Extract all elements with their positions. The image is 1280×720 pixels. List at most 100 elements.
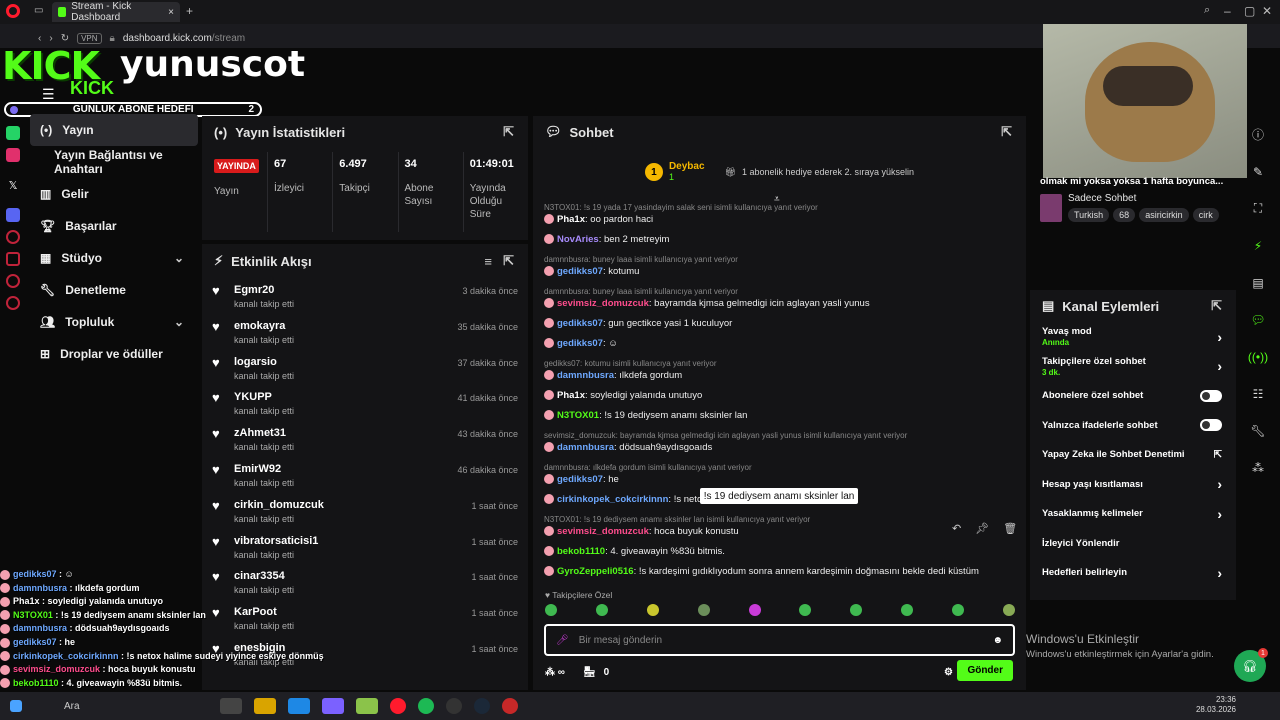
app-icon[interactable] (356, 698, 378, 714)
emote-icon[interactable] (545, 604, 557, 616)
channel-action[interactable]: Abonelere özel sohbet (1030, 381, 1236, 411)
emote-icon[interactable] (748, 604, 761, 616)
spotify-icon[interactable] (418, 698, 434, 714)
stream-tag[interactable]: Turkish (1068, 208, 1110, 222)
reply-context[interactable]: damnnbusra: ılkdefa gordum isimli kullan… (544, 462, 1016, 474)
event-item[interactable]: ♥ vibratorsaticisi1 kanalı takip etti 1 saa… (202, 529, 528, 565)
reply-icon[interactable]: ↶ (952, 522, 961, 538)
chat-username[interactable]: bekob1110 (557, 546, 605, 557)
reply-context[interactable]: damnnbusra: buney laaa isimli kullanıcıy… (544, 286, 1016, 298)
chat-message[interactable]: damnnbusra: buney laaa isimli kullanıcıy… (540, 250, 1020, 282)
emote-icon[interactable] (901, 604, 914, 616)
popout-icon[interactable]: ⇱ (503, 253, 514, 269)
stream-tag[interactable]: cirk (1192, 208, 1219, 222)
popout-icon[interactable]: ⇱ (503, 124, 514, 140)
history-icon[interactable] (6, 230, 20, 244)
chat-message[interactable]: sevimsiz_domuzcuk: bayramda kjmsa gelmed… (540, 426, 1020, 458)
channel-action[interactable]: Yapay Zeka ile Sohbet Denetimi ⇱ (1030, 440, 1236, 470)
chat-icon[interactable]: 💬︎ (1242, 301, 1274, 338)
nav-item-community[interactable]: 👥︎ Topluluk ⌄ (30, 306, 198, 338)
event-item[interactable]: ♥ emokayra kanalı takip etti 35 dakika önce (202, 314, 528, 350)
chat-message[interactable]: GyroZeppeli0516: !s kardeşimi gıdıklıyod… (540, 562, 1020, 582)
chat-username[interactable]: gedikks07 (557, 266, 603, 277)
start-icon[interactable] (10, 700, 22, 712)
opera-icon[interactable] (6, 4, 20, 18)
chat-message[interactable]: N3TOX01: !s 19 yada 17 yasindayim salak … (540, 198, 1020, 230)
chat-input[interactable]: 🎤︎ Bir mesaj gönderin ☻ (544, 624, 1015, 656)
chat-message[interactable]: damnnbusra: ılkdefa gordum isimli kullan… (540, 458, 1020, 490)
points-icon[interactable]: ⁂ ∞ (545, 667, 565, 678)
delete-icon[interactable]: 🗑︎ (1003, 522, 1017, 538)
filter-icon[interactable]: ≡ (484, 254, 492, 269)
task-view-icon[interactable] (220, 698, 242, 714)
wrench-icon[interactable]: 🔧︎ (1242, 412, 1274, 449)
edge-icon[interactable] (288, 698, 310, 714)
store-icon[interactable] (322, 698, 344, 714)
chat-username[interactable]: Pha1x (557, 390, 585, 401)
chat-username[interactable]: gedikks07 (557, 338, 603, 349)
chat-username[interactable]: sevimsiz_domuzcuk (557, 526, 649, 537)
chat-message[interactable]: N3TOX01: !s 19 dediysem anamı sksinler l… (540, 406, 1020, 426)
chat-message[interactable]: gedikks07: gun gectikce yasi 1 kuculuyor (540, 314, 1020, 334)
emote-icon[interactable] (1002, 604, 1015, 616)
browser-tab[interactable]: Stream - Kick Dashboard × (52, 1, 180, 23)
stream-tag[interactable]: 68 (1113, 208, 1136, 222)
chat-message[interactable]: gedikks07: kotumu isimli kullanıcıya yan… (540, 354, 1020, 386)
fullscreen-icon[interactable]: ⛶ (1242, 190, 1274, 227)
maximize-icon[interactable]: ▢ (1244, 4, 1255, 18)
emote-icon[interactable] (646, 604, 659, 616)
channel-action[interactable]: Hesap yaşı kısıtlaması › (1030, 470, 1236, 500)
popout-icon[interactable]: ⇱ (1001, 124, 1012, 140)
opera-icon[interactable] (390, 698, 406, 714)
toggle-switch[interactable] (1200, 389, 1222, 402)
emote-icon[interactable] (850, 604, 863, 616)
obs-icon[interactable] (446, 698, 462, 714)
event-username[interactable]: logarsio (234, 356, 294, 368)
chat-username[interactable]: Pha1x (557, 214, 585, 225)
reply-context[interactable]: gedikks07: kotumu isimli kullanıcıya yan… (544, 358, 1016, 370)
notes-icon[interactable]: ▤ (1242, 264, 1274, 301)
event-item[interactable]: ♥ YKUPP kanalı takip etti 41 dakika önce (202, 385, 528, 421)
chat-username[interactable]: N3TOX01 (557, 410, 599, 421)
info-icon[interactable]: ⓘ (1242, 116, 1274, 153)
event-username[interactable]: cirkin_domuzcuk (234, 499, 324, 511)
reply-context[interactable]: N3TOX01: !s 19 yada 17 yasindayim salak … (544, 202, 1016, 214)
emote-icon[interactable] (952, 604, 964, 616)
channel-action[interactable]: Takipçilere özel sohbet 3 dk. › (1030, 352, 1236, 382)
menu-icon[interactable]: ☰ (42, 86, 55, 103)
vpn-badge[interactable]: VPN (77, 32, 102, 44)
chat-username[interactable]: cirkinkopek_cokcirkinnn (557, 494, 668, 505)
send-button[interactable]: Gönder (957, 660, 1013, 681)
reply-context[interactable]: damnnbusra: buney laaa isimli kullanıcıy… (544, 254, 1016, 266)
chat-message[interactable]: damnnbusra: buney laaa isimli kullanıcıy… (540, 282, 1020, 314)
reply-context[interactable]: sevimsiz_domuzcuk: bayramda kjmsa gelmed… (544, 430, 1016, 442)
pin-icon[interactable]: 📌︎ (975, 522, 989, 538)
settings-icon[interactable] (6, 296, 20, 310)
list-icon[interactable]: ☷ (1242, 375, 1274, 412)
chat-username[interactable]: sevimsiz_domuzcuk (557, 298, 649, 309)
minimize-icon[interactable]: – (1224, 4, 1231, 18)
event-username[interactable]: zAhmet31 (234, 427, 294, 439)
chat-username[interactable]: damnnbusra (557, 370, 614, 381)
chat-username[interactable]: GyroZeppeli0516 (557, 566, 634, 577)
channel-action[interactable]: İzleyici Yönlendir (1030, 529, 1236, 559)
emote-icon[interactable] (799, 604, 812, 616)
app-icon[interactable] (502, 698, 518, 714)
event-item[interactable]: ♥ EmirW92 kanalı takip etti 46 dakika önce (202, 457, 528, 493)
lightning-icon[interactable]: ⚡︎ (1242, 227, 1274, 264)
nav-item-moderation[interactable]: 🔧︎ Denetleme (30, 274, 198, 306)
store-icon[interactable]: 🏪︎ (583, 667, 596, 678)
nav-item-achievements[interactable]: 🏆︎ Başarılar (30, 210, 198, 242)
nav-item-drops[interactable]: ⊞ Droplar ve ödüller (30, 338, 198, 370)
channel-action[interactable]: Yasaklanmış kelimeler › (1030, 499, 1236, 529)
new-tab-icon[interactable]: + (186, 4, 193, 18)
share-icon[interactable]: ⁂ (1242, 449, 1274, 486)
edit-icon[interactable]: ✎ (1242, 153, 1274, 190)
nav-item-stream[interactable]: (•) Yayın (30, 114, 198, 146)
channel-action[interactable]: Hedefleri belirleyin › (1030, 558, 1236, 588)
channel-action[interactable]: Yalnızca ifadelerle sohbet (1030, 411, 1236, 441)
feed-icon[interactable] (6, 274, 20, 288)
discord-icon[interactable] (6, 208, 20, 222)
chat-message[interactable]: NovAries: ben 2 metreyim (540, 230, 1020, 250)
channel-action[interactable]: Yavaş mod Anında › (1030, 322, 1236, 352)
